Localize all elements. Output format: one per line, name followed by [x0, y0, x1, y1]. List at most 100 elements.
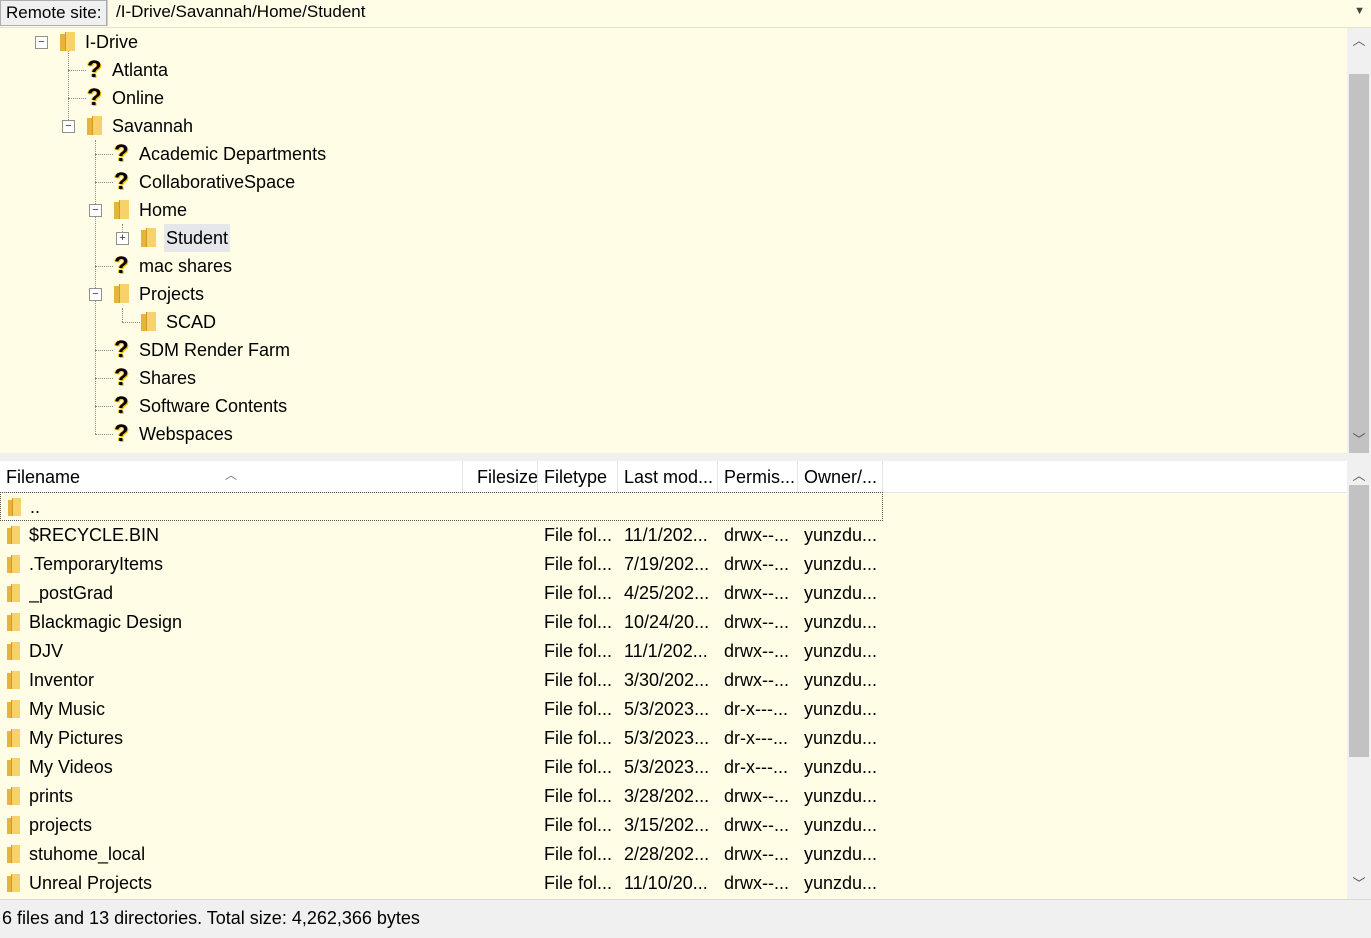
tree-node-home[interactable]: − Home	[0, 196, 400, 224]
cell-owner: yunzdu...	[804, 612, 878, 632]
cell-filesize	[470, 521, 532, 550]
table-row[interactable]: My Videos File fol... 5/3/2023... dr-x---..…	[0, 753, 883, 782]
tree-node-i-drive[interactable]: − I-Drive	[0, 28, 400, 56]
sort-ascending-icon: ︿	[225, 468, 238, 482]
tree-node-academic-departments[interactable]: ? Academic Departments	[0, 140, 400, 168]
column-label: Filetype	[544, 467, 608, 487]
parent-directory-row[interactable]: ..	[0, 492, 883, 521]
table-row[interactable]: Inventor File fol... 3/30/202... drwx--... y…	[0, 666, 883, 695]
tree-node-shares[interactable]: ? Shares	[0, 364, 400, 392]
collapse-icon[interactable]: −	[89, 288, 102, 301]
cell-owner: yunzdu...	[804, 699, 878, 719]
file-list-header: Filename ︿ Filesize Filetype Last mod...…	[0, 461, 1347, 493]
chevron-up-icon[interactable]: ︿	[1347, 465, 1371, 487]
cell-filetype: File fol...	[544, 670, 613, 690]
collapse-icon[interactable]: −	[89, 204, 102, 217]
tree-node-student[interactable]: + Student	[0, 224, 400, 252]
folder-icon	[141, 228, 156, 247]
table-row[interactable]: projects File fol... 3/15/202... drwx--... y…	[0, 811, 883, 840]
cell-owner: yunzdu...	[804, 728, 878, 748]
tree-node-collaborativespace[interactable]: ? CollaborativeSpace	[0, 168, 400, 196]
tree-node-atlanta[interactable]: ? Atlanta	[0, 56, 400, 84]
tree-node-online[interactable]: ? Online	[0, 84, 400, 112]
cell-owner	[805, 493, 881, 522]
tree-node-label: SCAD	[166, 312, 217, 332]
tree-node-label: Shares	[139, 368, 197, 388]
cell-last-modified: 7/19/202...	[624, 554, 710, 574]
collapse-icon[interactable]: −	[35, 36, 48, 49]
column-header-filename[interactable]: Filename ︿	[0, 461, 463, 492]
folder-icon	[7, 787, 20, 805]
tree-node-mac-shares[interactable]: ? mac shares	[0, 252, 400, 280]
table-row[interactable]: My Pictures File fol... 5/3/2023... dr-x---…	[0, 724, 883, 753]
cell-permissions: drwx--...	[724, 815, 789, 835]
tree-node-label: Software Contents	[139, 396, 288, 416]
table-row[interactable]: Blackmagic Design File fol... 10/24/20... d…	[0, 608, 883, 637]
tree-node-webspaces[interactable]: ? Webspaces	[0, 420, 400, 448]
cell-owner: yunzdu...	[804, 670, 878, 690]
folder-icon	[7, 555, 20, 573]
table-row[interactable]: _postGrad File fol... 4/25/202... drwx--...…	[0, 579, 883, 608]
cell-owner: yunzdu...	[804, 583, 878, 603]
cell-filename: My Pictures	[29, 728, 124, 748]
scrollbar-thumb[interactable]	[1349, 485, 1369, 757]
chevron-down-icon[interactable]: ﹀	[1347, 873, 1371, 895]
column-header-filesize[interactable]: Filesize	[463, 461, 538, 492]
table-row[interactable]: .TemporaryItems File fol... 7/19/202... drw…	[0, 550, 883, 579]
table-row[interactable]: stuhome_local File fol... 2/28/202... drwx-…	[0, 840, 883, 869]
tree-node-label: SDM Render Farm	[139, 340, 291, 360]
cell-filetype: File fol...	[544, 815, 613, 835]
question-icon: ?	[114, 420, 129, 447]
folder-icon	[7, 874, 20, 892]
expand-icon[interactable]: +	[116, 232, 129, 245]
column-header-permissions[interactable]: Permis...	[718, 461, 798, 492]
table-row[interactable]: prints File fol... 3/28/202... drwx--... yun…	[0, 782, 883, 811]
column-header-filetype[interactable]: Filetype	[538, 461, 618, 492]
tree-node-software-contents[interactable]: ? Software Contents	[0, 392, 400, 420]
cell-filename: stuhome_local	[29, 844, 146, 864]
scrollbar-thumb[interactable]	[1349, 74, 1369, 454]
cell-filesize	[470, 782, 532, 811]
cell-filename: $RECYCLE.BIN	[29, 525, 160, 545]
collapse-icon[interactable]: −	[62, 120, 75, 133]
question-icon: ?	[114, 168, 129, 195]
status-text: 6 files and 13 directories. Total size: …	[2, 908, 420, 928]
folder-icon	[7, 584, 20, 602]
cell-filesize	[470, 724, 532, 753]
table-row[interactable]: My Music File fol... 5/3/2023... dr-x---...…	[0, 695, 883, 724]
table-row[interactable]: $RECYCLE.BIN File fol... 11/1/202... drwx--…	[0, 521, 883, 550]
remote-file-list: Filename ︿ Filesize Filetype Last mod...…	[0, 461, 1347, 899]
cell-filename: ..	[30, 497, 41, 517]
column-label: Owner/...	[804, 467, 878, 487]
folder-icon	[7, 758, 20, 776]
tree-node-label: I-Drive	[85, 32, 138, 52]
cell-permissions: drwx--...	[724, 583, 789, 603]
folder-icon	[7, 642, 20, 660]
tree-node-scad[interactable]: SCAD	[0, 308, 400, 336]
chevron-down-icon[interactable]: ﹀	[1347, 429, 1371, 451]
cell-permissions: drwx--...	[724, 786, 789, 806]
tree-node-savannah[interactable]: − Savannah	[0, 112, 400, 140]
chevron-down-icon[interactable]: ▼	[1354, 5, 1365, 17]
chevron-up-icon[interactable]: ︿	[1347, 30, 1371, 52]
tree-node-label: Student	[164, 224, 231, 252]
cell-permissions: drwx--...	[724, 641, 789, 661]
column-header-owner[interactable]: Owner/...	[798, 461, 883, 492]
tree-node-projects[interactable]: − Projects	[0, 280, 400, 308]
cell-last-modified: 3/30/202...	[624, 670, 710, 690]
remote-path-input[interactable]: /I-Drive/Savannah/Home/Student	[107, 0, 1351, 26]
tree-node-sdm-render-farm[interactable]: ? SDM Render Farm	[0, 336, 400, 364]
tree-node-label: CollaborativeSpace	[139, 172, 296, 192]
tree-scrollbar[interactable]: ︿ ﹀	[1347, 28, 1371, 454]
question-icon: ?	[87, 56, 102, 83]
cell-last-modified: 5/3/2023...	[624, 699, 710, 719]
file-list-scrollbar[interactable]: ︿ ﹀	[1347, 461, 1371, 899]
cell-filetype: File fol...	[544, 844, 613, 864]
table-row[interactable]: DJV File fol... 11/1/202... drwx--... yunzdu…	[0, 637, 883, 666]
column-header-last-modified[interactable]: Last mod...	[618, 461, 718, 492]
question-icon: ?	[114, 364, 129, 391]
cell-last-modified: 5/3/2023...	[624, 757, 710, 777]
cell-filesize	[470, 840, 532, 869]
cell-filesize	[470, 666, 532, 695]
table-row[interactable]: Unreal Projects File fol... 11/10/20... drw…	[0, 869, 883, 898]
